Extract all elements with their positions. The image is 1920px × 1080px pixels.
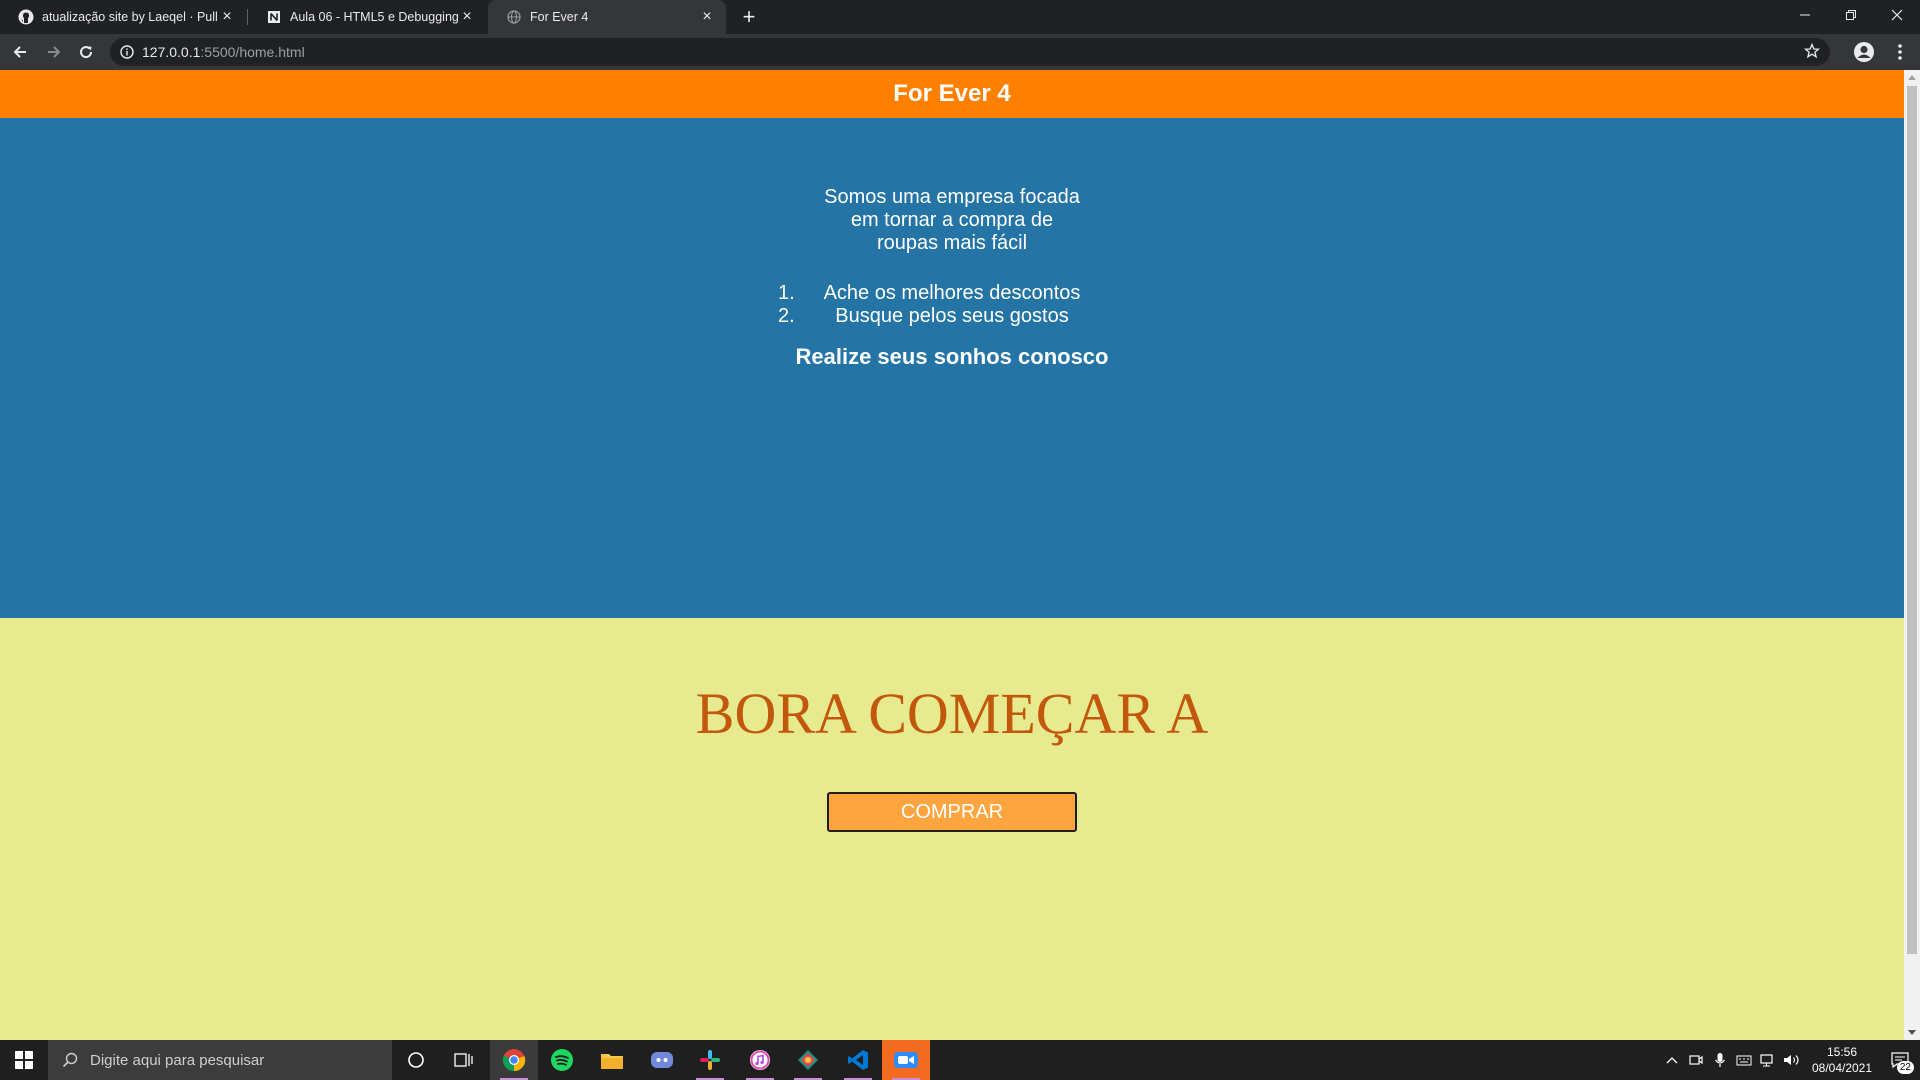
browser-tabstrip: atualização site by Laeqel · Pull R × Au… xyxy=(0,0,1920,34)
new-tab-button[interactable]: + xyxy=(736,4,762,30)
taskbar-clock[interactable]: 15:56 08/04/2021 xyxy=(1804,1044,1880,1076)
camera-icon[interactable] xyxy=(1684,1040,1708,1080)
notification-center-button[interactable]: 22 xyxy=(1880,1040,1920,1080)
volume-icon[interactable] xyxy=(1780,1040,1804,1080)
zoom-icon[interactable] xyxy=(882,1040,930,1080)
close-icon xyxy=(1891,9,1903,21)
close-icon[interactable]: × xyxy=(698,8,716,26)
spotify-icon[interactable] xyxy=(538,1040,586,1080)
forward-button[interactable] xyxy=(40,38,68,66)
page-viewport: For Ever 4 Somos uma empresa focada em t… xyxy=(0,70,1904,1040)
task-view-icon[interactable] xyxy=(440,1040,488,1080)
list-item-number: 2. xyxy=(778,305,795,327)
list-item: 1. Ache os melhores descontos xyxy=(0,282,1904,305)
list-item-number: 1. xyxy=(778,282,795,304)
clock-date: 08/04/2021 xyxy=(1811,1061,1873,1075)
keyboard-language-icon[interactable] xyxy=(1732,1040,1756,1080)
clock-time: 15:56 xyxy=(1826,1045,1858,1059)
itunes-icon[interactable] xyxy=(736,1040,784,1080)
intro-line: em tornar a compra de xyxy=(850,209,1054,231)
address-bar[interactable]: 127.0.0.1:5500/home.html xyxy=(110,38,1830,66)
site-header: For Ever 4 xyxy=(0,70,1904,118)
arrow-right-icon xyxy=(48,46,61,58)
minimize-button[interactable] xyxy=(1782,0,1828,30)
start-button[interactable] xyxy=(0,1040,48,1080)
bookmark-star-icon[interactable] xyxy=(1803,42,1821,64)
minimize-icon xyxy=(1800,14,1810,16)
close-icon[interactable]: × xyxy=(458,8,476,26)
close-window-button[interactable] xyxy=(1874,0,1920,30)
discord-icon[interactable] xyxy=(638,1040,686,1080)
intro-line: Somos uma empresa focada xyxy=(824,186,1080,208)
tab-notion-aula[interactable]: Aula 06 - HTML5 e Debugging × xyxy=(248,0,486,34)
search-placeholder: Digite aqui para pesquisar xyxy=(90,1051,265,1069)
scroll-thumb[interactable] xyxy=(1907,86,1917,954)
chevron-up-icon[interactable] xyxy=(1660,1040,1684,1080)
page-scrollbar[interactable] xyxy=(1904,70,1920,1040)
tagline: Realize seus sonhos conosco xyxy=(795,344,1109,369)
site-title: For Ever 4 xyxy=(893,80,1011,107)
tab-title: For Ever 4 xyxy=(530,10,589,24)
taskbar-search-box[interactable]: Digite aqui para pesquisar xyxy=(48,1040,392,1080)
window-controls xyxy=(1782,0,1920,34)
url-host: 127.0.0.1 xyxy=(142,44,201,60)
back-button[interactable] xyxy=(6,38,34,66)
reload-icon xyxy=(80,46,93,59)
features-list: 1. Ache os melhores descontos 2. Busque … xyxy=(0,282,1904,328)
file-explorer-icon[interactable] xyxy=(588,1040,636,1080)
windows-logo-icon xyxy=(15,1051,33,1069)
list-item: 2. Busque pelos seus gostos xyxy=(0,305,1904,328)
windows-taskbar: Digite aqui para pesquisar 15:56 08/04/2… xyxy=(0,1040,1920,1080)
profile-avatar-icon[interactable] xyxy=(1852,40,1876,64)
scroll-up-icon[interactable] xyxy=(1908,75,1916,80)
notion-icon xyxy=(266,9,282,25)
search-icon xyxy=(62,1052,78,1068)
list-item-text: Ache os melhores descontos xyxy=(823,282,1081,304)
chrome-icon[interactable] xyxy=(490,1040,538,1080)
tab-title: atualização site by Laeqel · Pull R xyxy=(42,10,218,24)
scroll-down-icon[interactable] xyxy=(1908,1030,1916,1035)
browser-toolbar: 127.0.0.1:5500/home.html xyxy=(0,34,1920,70)
tab-title: Aula 06 - HTML5 e Debugging xyxy=(290,10,458,24)
vscode-icon[interactable] xyxy=(834,1040,882,1080)
github-icon xyxy=(18,9,34,25)
intro-line: roupas mais fácil xyxy=(876,232,1028,254)
cta-heading: BORA COMEÇAR A xyxy=(695,681,1209,746)
tab-for-ever-4[interactable]: For Ever 4 × xyxy=(488,0,726,34)
tab-github-pull-request[interactable]: atualização site by Laeqel · Pull R × xyxy=(0,0,246,34)
arrow-left-icon xyxy=(13,46,26,58)
microphone-icon[interactable] xyxy=(1708,1040,1732,1080)
info-icon[interactable] xyxy=(120,45,134,59)
url-text: 127.0.0.1:5500/home.html xyxy=(142,44,305,60)
network-icon[interactable] xyxy=(1756,1040,1780,1080)
buy-button[interactable]: COMPRAR xyxy=(827,792,1077,832)
notification-count-badge: 22 xyxy=(1896,1061,1914,1074)
browser-menu-icon[interactable] xyxy=(1888,40,1912,64)
restore-button[interactable] xyxy=(1828,0,1874,30)
gitkraken-icon[interactable] xyxy=(784,1040,832,1080)
slack-icon[interactable] xyxy=(686,1040,734,1080)
hero-section: Somos uma empresa focada em tornar a com… xyxy=(0,118,1904,618)
reload-button[interactable] xyxy=(72,38,100,66)
intro-text: Somos uma empresa focada em tornar a com… xyxy=(0,186,1904,255)
system-tray: 15:56 08/04/2021 22 xyxy=(1660,1040,1920,1080)
restore-icon xyxy=(1846,10,1856,20)
cta-section: BORA COMEÇAR A COMPRAR xyxy=(0,618,1904,1040)
list-item-text: Busque pelos seus gostos xyxy=(835,305,1069,327)
cortana-icon[interactable] xyxy=(392,1040,440,1080)
url-path: :5500/home.html xyxy=(200,44,305,60)
globe-icon xyxy=(506,9,522,25)
close-icon[interactable]: × xyxy=(218,8,236,26)
